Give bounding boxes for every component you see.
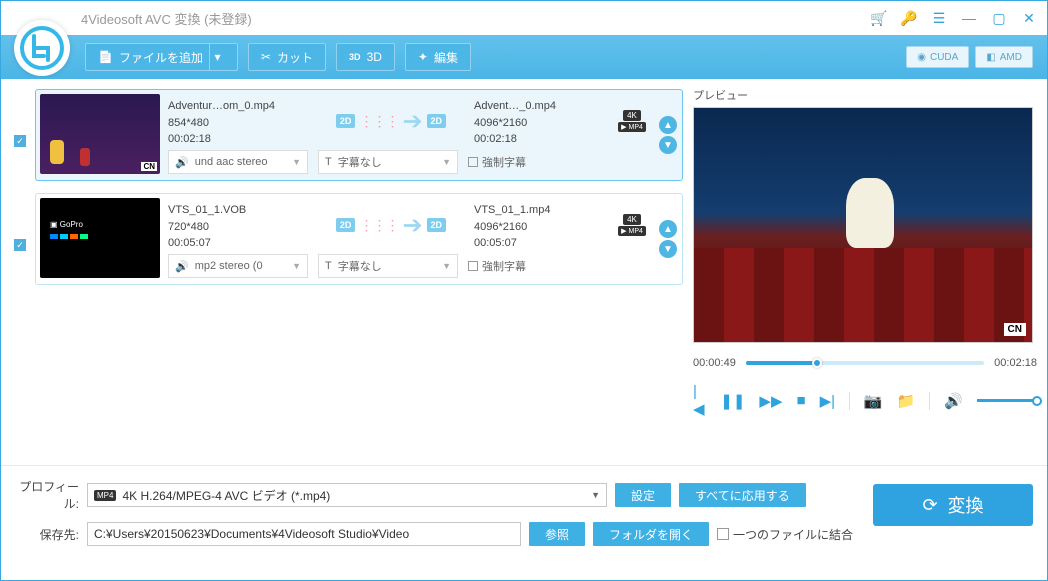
file-checkbox[interactable]: ✓ xyxy=(14,239,26,251)
apply-all-button[interactable]: すべてに応用する xyxy=(679,483,806,507)
cn-badge-icon: CN xyxy=(141,162,157,171)
minimize-button[interactable]: — xyxy=(961,10,977,26)
move-down-button[interactable]: ▼ xyxy=(659,240,677,258)
conversion-arrow: 2D⋮⋮⋮➔2D xyxy=(308,198,474,252)
3d-label: 3D xyxy=(367,50,382,64)
text-icon: T xyxy=(325,260,332,272)
move-down-button[interactable]: ▼ xyxy=(659,136,677,154)
speaker-icon: 🔊 xyxy=(175,260,189,273)
text-icon: T xyxy=(325,156,332,168)
seek-bar[interactable] xyxy=(746,361,984,365)
source-info: Adventur…om_0.mp4 854*480 00:02:18 xyxy=(168,94,308,148)
add-file-button[interactable]: 📄 ファイルを追加 ▾ xyxy=(85,43,238,71)
file-thumbnail: ▣ GoPro xyxy=(40,198,160,278)
pause-button[interactable]: ❚❚ xyxy=(720,392,745,410)
force-subtitle[interactable]: 強制字幕 xyxy=(468,254,526,278)
file-checkbox[interactable]: ✓ xyxy=(14,135,26,147)
audio-track-select[interactable]: 🔊und aac stereo▼ xyxy=(168,150,308,174)
current-time: 00:00:49 xyxy=(693,357,736,369)
conversion-arrow: 2D⋮⋮⋮➔2D xyxy=(308,94,474,148)
preview-label: プレビュー xyxy=(693,87,1037,103)
speaker-icon: 🔊 xyxy=(175,156,189,169)
close-button[interactable]: ✕ xyxy=(1021,10,1037,26)
file-thumbnail: CN xyxy=(40,94,160,174)
format-badge[interactable]: 4K ▶MP4 xyxy=(614,94,650,148)
snapshot-button[interactable]: 📷 xyxy=(864,392,883,410)
fast-forward-button[interactable]: ▶▶ xyxy=(759,392,782,410)
move-up-button[interactable]: ▲ xyxy=(659,220,677,238)
volume-slider[interactable] xyxy=(977,399,1037,402)
add-file-label: ファイルを追加 xyxy=(119,49,203,66)
stop-button[interactable]: ■ xyxy=(797,392,806,409)
total-time: 00:02:18 xyxy=(994,357,1037,369)
nvidia-icon: ◉ xyxy=(917,52,926,63)
dest-info: Advent…_0.mp4 4096*2160 00:02:18 xyxy=(474,94,614,148)
3d-button[interactable]: 3D 3D xyxy=(336,43,395,71)
edit-button[interactable]: ✦ 編集 xyxy=(405,43,471,71)
bottom-bar: プロフィール: MP4 4K H.264/MPEG-4 AVC ビデオ (*.m… xyxy=(1,465,1047,558)
destination-label: 保存先: xyxy=(15,526,79,543)
format-badge[interactable]: 4K ▶MP4 xyxy=(614,198,650,252)
cut-label: カット xyxy=(277,49,313,66)
menu-icon[interactable]: ☰ xyxy=(931,10,947,26)
open-folder-icon[interactable]: 📁 xyxy=(897,392,916,410)
amd-badge[interactable]: ◧AMD xyxy=(975,46,1033,68)
audio-track-select[interactable]: 🔊mp2 stereo (0▼ xyxy=(168,254,308,278)
scissors-icon xyxy=(261,50,271,64)
cuda-badge[interactable]: ◉CUDA xyxy=(906,46,969,68)
open-dest-folder-button[interactable]: フォルダを開く xyxy=(593,522,709,546)
app-title: 4Videosoft AVC 変換 (未登録) xyxy=(81,9,252,28)
main-toolbar: 📄 ファイルを追加 ▾ カット 3D 3D ✦ 編集 ◉CUDA ◧AMD xyxy=(1,35,1047,79)
force-subtitle[interactable]: 強制字幕 xyxy=(468,150,526,174)
preview-video[interactable]: CN xyxy=(693,107,1033,343)
maximize-button[interactable]: ▢ xyxy=(991,10,1007,26)
cart-icon[interactable]: 🛒 xyxy=(871,10,887,26)
title-bar: 4Videosoft AVC 変換 (未登録) 🛒 🔑 ☰ — ▢ ✕ xyxy=(1,1,1047,35)
key-icon[interactable]: 🔑 xyxy=(901,10,917,26)
move-up-button[interactable]: ▲ xyxy=(659,116,677,134)
3d-icon: 3D xyxy=(349,52,361,62)
app-logo xyxy=(14,20,70,76)
edit-label: 編集 xyxy=(434,49,458,66)
add-file-icon: 📄 xyxy=(98,50,113,64)
wand-icon: ✦ xyxy=(418,50,428,64)
convert-button[interactable]: ⟳ 変換 xyxy=(873,484,1033,526)
subtitle-select[interactable]: T字幕なし▼ xyxy=(318,254,458,278)
file-item[interactable]: CN Adventur…om_0.mp4 854*480 00:02:18 2D… xyxy=(35,89,683,181)
browse-button[interactable]: 参照 xyxy=(529,522,585,546)
cut-button[interactable]: カット xyxy=(248,43,326,71)
next-button[interactable]: ▶| xyxy=(820,392,835,410)
settings-button[interactable]: 設定 xyxy=(615,483,671,507)
profile-label: プロフィール: xyxy=(15,478,79,512)
source-info: VTS_01_1.VOB 720*480 00:05:07 xyxy=(168,198,308,252)
refresh-icon: ⟳ xyxy=(922,495,937,516)
profile-select[interactable]: MP4 4K H.264/MPEG-4 AVC ビデオ (*.mp4) ▼ xyxy=(87,483,607,507)
subtitle-select[interactable]: T字幕なし▼ xyxy=(318,150,458,174)
destination-input[interactable] xyxy=(87,522,521,546)
preview-pane: プレビュー CN 00:00:49 00:02:18 |◀ ❚❚ ▶▶ ■ ▶|… xyxy=(689,79,1047,465)
merge-checkbox[interactable]: 一つのファイルに結合 xyxy=(717,526,853,543)
amd-icon: ◧ xyxy=(986,52,995,63)
file-list: ✓ CN Adventur…om_0.mp4 854*480 00:02:18 xyxy=(1,79,689,465)
volume-icon[interactable]: 🔊 xyxy=(944,392,963,410)
cn-logo: CN xyxy=(1004,323,1026,336)
mp4-icon: MP4 xyxy=(94,490,116,501)
file-item[interactable]: ▣ GoPro VTS_01_1.VOB 720*480 00:05:07 2D… xyxy=(35,193,683,285)
prev-button[interactable]: |◀ xyxy=(693,383,706,418)
add-file-dropdown[interactable]: ▾ xyxy=(209,44,225,70)
dest-info: VTS_01_1.mp4 4096*2160 00:05:07 xyxy=(474,198,614,252)
